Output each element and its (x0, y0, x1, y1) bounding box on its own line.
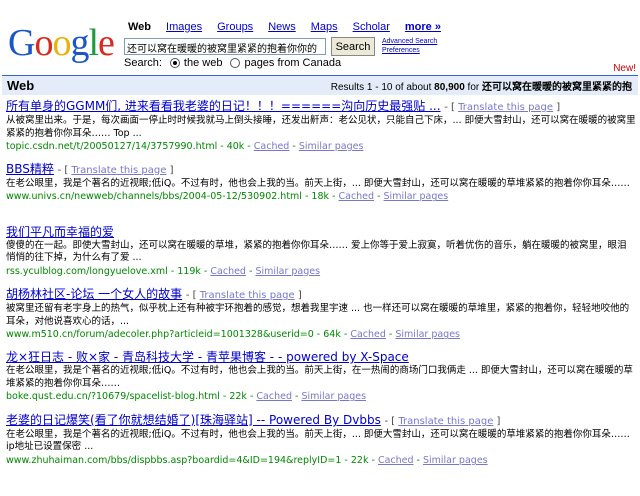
similar-pages-link[interactable]: Similar pages (384, 191, 449, 202)
result-item: 龙×狂日志 - 败×家 - 青岛科技大学 - 青苹果博客 - - powered… (6, 350, 636, 413)
result-title[interactable]: 胡杨林社区-论坛 一个女人的故事 (6, 287, 182, 301)
translate-link[interactable]: Translate this page (71, 165, 166, 176)
cached-link[interactable]: Cached (378, 455, 414, 466)
result-url: rss.yculblog.com/longyuelove.xml - 119k … (6, 265, 208, 277)
google-logo[interactable]: Google (8, 22, 116, 64)
similar-pages-link[interactable]: Similar pages (301, 391, 366, 402)
cached-link[interactable]: Cached (256, 391, 292, 402)
result-url: www.zhuhaiman.com/bbs/dispbbs.asp?boardi… (6, 454, 375, 466)
result-title[interactable]: 老婆的日记爆笑(看了你就想结婚了)[珠海驿站] -- Powered By Dv… (6, 413, 381, 427)
translate-link[interactable]: Translate this page (398, 416, 493, 427)
result-url: www.m510.cn/forum/adecoler.php?articleid… (6, 329, 348, 341)
result-item: BBS精粹 - [ Translate this page ] 在老公眼里，我是… (6, 162, 636, 225)
tab-news[interactable]: News (268, 21, 296, 33)
tab-more[interactable]: more » (405, 21, 441, 33)
similar-pages-link[interactable]: Similar pages (395, 329, 460, 340)
logo-letter: o (34, 22, 53, 64)
result-snippet: 被窝里还留有老宇身上的热气，似乎枕上还有种被宇环抱着的感觉，想着我里宇速 ...… (6, 303, 630, 327)
logo-letter: o (52, 22, 71, 64)
result-title[interactable]: 龙×狂日志 - 败×家 - 青岛科技大学 - 青苹果博客 - - powered… (6, 350, 409, 364)
result-snippet: 从被窝里出来。于是，每次画面一停止时时候我就马上倒头接睡，还发出鼾声：老公见状，… (6, 115, 636, 139)
search-tabs: Web Images Groups News Maps Scholar more… (128, 21, 456, 33)
translate-link[interactable]: Translate this page (200, 290, 295, 301)
preferences-link[interactable]: Preferences (382, 46, 437, 55)
result-item: 我们平凡而幸福的爱 傻傻的在一起。即使大雪封山，还可以窝在暖暖的草堆，紧紧的抱着… (6, 225, 636, 288)
tab-images[interactable]: Images (166, 21, 202, 33)
result-url: www.univs.cn/newweb/channels/bbs/2004-05… (6, 191, 336, 203)
logo-letter: g (70, 22, 89, 64)
result-title[interactable]: BBS精粹 (6, 162, 54, 176)
result-url: boke.qust.edu.cn/?10679/spacelist-blog.h… (6, 391, 254, 403)
results-count: 80,900 (434, 82, 465, 93)
radio-canada[interactable] (230, 58, 241, 68)
cached-link[interactable]: Cached (338, 191, 374, 202)
advanced-search-link[interactable]: Advanced Search (382, 37, 437, 46)
radio-canada-label: pages from Canada (244, 57, 342, 69)
scope-label: Search: (124, 57, 162, 69)
translate-link[interactable]: Translate this page (458, 102, 553, 113)
tab-groups[interactable]: Groups (217, 21, 253, 33)
similar-pages-link[interactable]: Similar pages (299, 141, 364, 152)
result-snippet: 在老公眼里，我是个著名的近视眼;低iQ。不过有时，他也会上我的当。前天上街，..… (6, 177, 630, 189)
result-item: 所有单身的GGMM们, 进来看看我老婆的日记！！！======沟向历史最强贴 .… (6, 99, 636, 152)
results-list: 所有单身的GGMM们, 进来看看我老婆的日记！！！======沟向历史最强贴 .… (6, 99, 636, 476)
result-title[interactable]: 我们平凡而幸福的爱 (6, 225, 114, 239)
new-label: New! (613, 63, 636, 74)
result-snippet: 在老公眼里，我是个著名的近视眼;低iQ。不过有时，他也会上我的当。前天上街，在一… (6, 365, 633, 389)
result-url: topic.csdn.net/t/20050127/14/3757990.htm… (6, 141, 251, 152)
cached-link[interactable]: Cached (254, 141, 290, 152)
results-query: 还可以窝在暖暖的被窝里紧紧的抱 (482, 82, 632, 93)
result-item: 胡杨林社区-论坛 一个女人的故事 - [ Translate this page… (6, 287, 636, 350)
result-item: 老婆的日记爆笑(看了你就想结婚了)[珠海驿站] -- Powered By Dv… (6, 413, 636, 476)
logo-letter: l (88, 22, 99, 64)
results-stats: Results 1 - 10 of about 80,900 for 还可以窝在… (331, 78, 632, 93)
tab-scholar[interactable]: Scholar (353, 21, 390, 33)
search-button[interactable]: Search (331, 37, 375, 56)
logo-letter: G (8, 22, 35, 64)
cached-link[interactable]: Cached (350, 329, 386, 340)
results-bar: Web Results 1 - 10 of about 80,900 for 还… (2, 75, 638, 95)
logo-letter: e (98, 22, 115, 64)
search-scope: Search: the web pages from Canada (124, 57, 341, 69)
result-snippet: 傻傻的在一起。即使大雪封山，还可以窝在暖暖的草堆，紧紧的抱着你你耳朵…… 爱上你… (6, 239, 627, 264)
cached-link[interactable]: Cached (210, 266, 246, 277)
tab-maps[interactable]: Maps (311, 21, 338, 33)
results-for: for (467, 82, 480, 93)
results-prefix: Results 1 - 10 of about (330, 82, 432, 93)
search-input[interactable]: 还可以窝在暖暖的被窝里紧紧的抱着你你的 (124, 38, 326, 55)
result-snippet: 在老公眼里，我是个著名的近视眼;低iQ。不过有时，他也会上我的当。前天上街，..… (6, 428, 630, 453)
advanced-links: Advanced Search Preferences (382, 37, 437, 55)
radio-web[interactable] (169, 58, 180, 68)
radio-web-label: the web (183, 57, 223, 69)
similar-pages-link[interactable]: Similar pages (423, 455, 488, 466)
result-title[interactable]: 所有单身的GGMM们, 进来看看我老婆的日记！！！======沟向历史最强贴 .… (6, 99, 441, 113)
tab-web: Web (128, 21, 152, 33)
results-bar-label: Web (7, 78, 35, 93)
similar-pages-link[interactable]: Similar pages (255, 266, 320, 277)
